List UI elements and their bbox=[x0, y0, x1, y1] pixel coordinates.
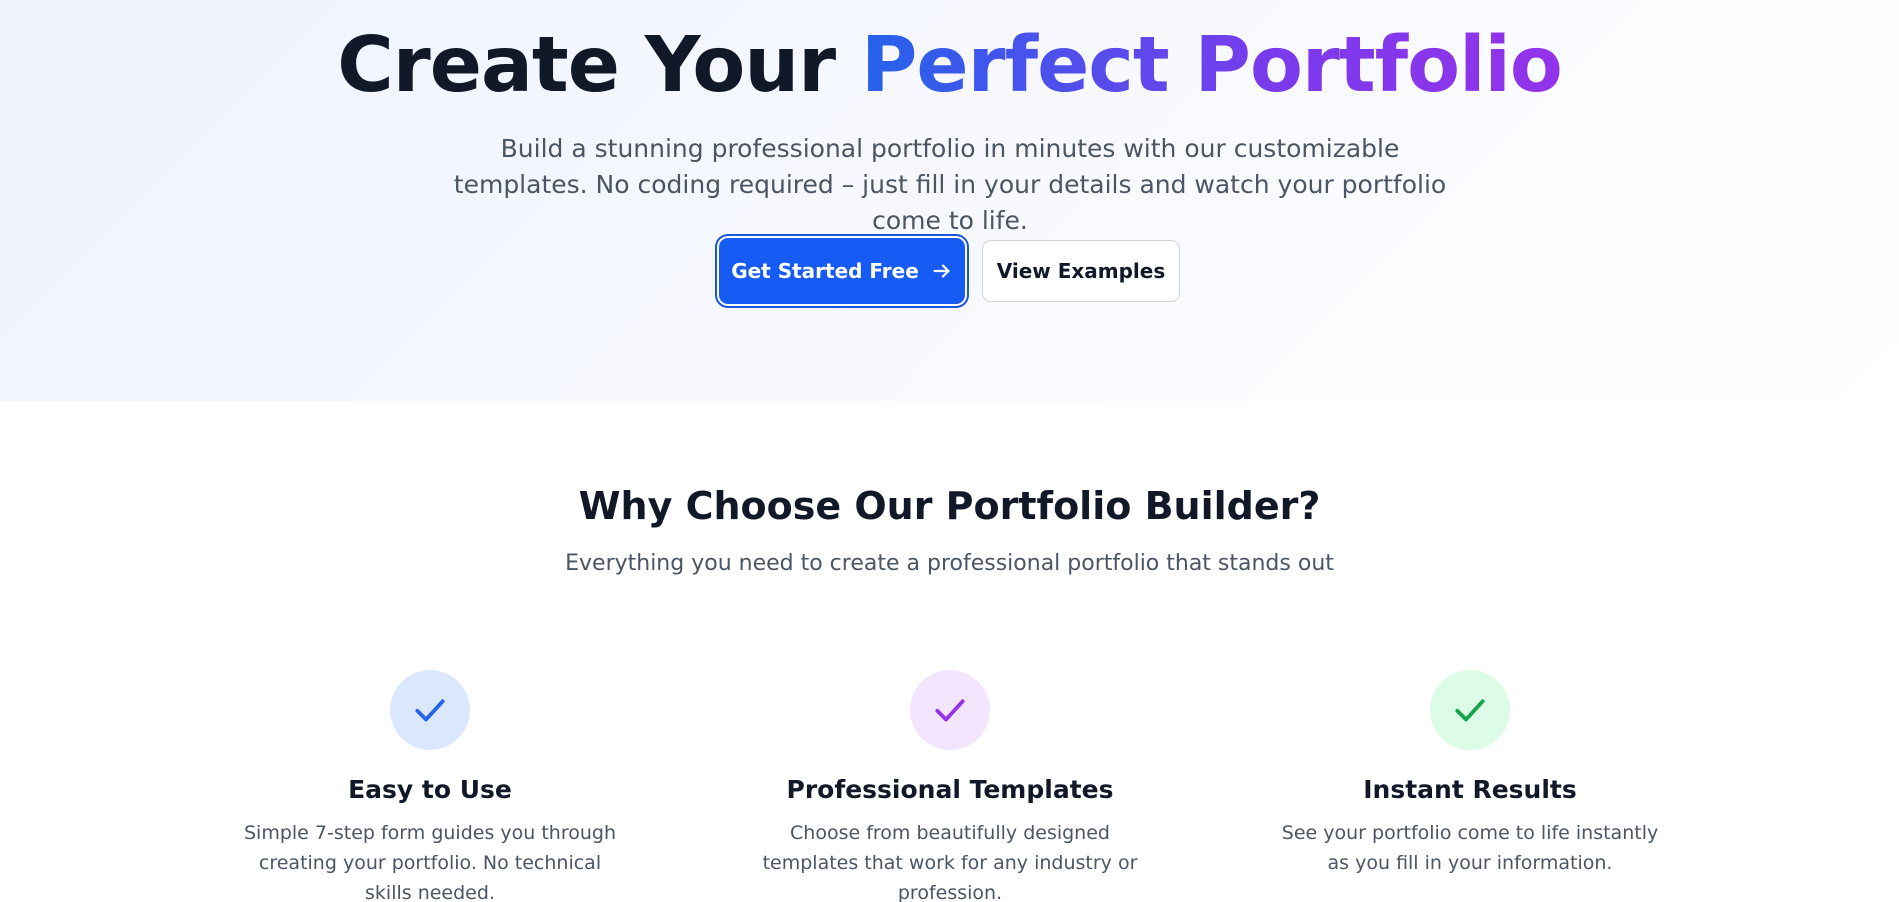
hero-section: Create Your Perfect Portfolio Build a st… bbox=[0, 0, 1899, 401]
hero-subtitle: Build a stunning professional portfolio … bbox=[453, 134, 1447, 235]
feature-title: Professional Templates bbox=[786, 775, 1114, 804]
hero-title-highlight: Perfect Portfolio bbox=[860, 21, 1563, 110]
feature-title: Instant Results bbox=[1363, 775, 1577, 804]
landing-page: Create Your Perfect Portfolio Build a st… bbox=[0, 0, 1899, 902]
feature-icon-wrapper bbox=[910, 670, 990, 750]
features-title: Why Choose Our Portfolio Builder? bbox=[578, 484, 1321, 528]
view-examples-button[interactable]: View Examples bbox=[982, 240, 1180, 302]
check-icon bbox=[935, 699, 965, 722]
feature-description: Choose from beautifully designed templat… bbox=[762, 822, 1138, 902]
feature-icon-wrapper bbox=[390, 670, 470, 750]
check-icon bbox=[1455, 699, 1485, 722]
get-started-button[interactable]: Get Started Free bbox=[719, 238, 965, 304]
feature-title: Easy to Use bbox=[348, 775, 512, 804]
check-icon bbox=[415, 699, 445, 722]
get-started-label: Get Started Free bbox=[731, 259, 919, 283]
feature-description: Simple 7-step form guides you through cr… bbox=[243, 822, 616, 902]
hero-title: Create Your Perfect Portfolio bbox=[0, 20, 1899, 112]
hero-title-plain: Create Your bbox=[337, 21, 861, 110]
feature-description: See your portfolio come to life instantl… bbox=[1281, 822, 1659, 874]
feature-card-professional-templates: Professional Templates Choose from beaut… bbox=[740, 670, 1160, 902]
arrow-right-icon bbox=[933, 264, 950, 278]
features-subtitle: Everything you need to create a professi… bbox=[565, 551, 1334, 576]
view-examples-label: View Examples bbox=[996, 259, 1166, 283]
feature-card-instant-results: Instant Results See your portfolio come … bbox=[1260, 670, 1680, 878]
feature-card-easy-to-use: Easy to Use Simple 7-step form guides yo… bbox=[220, 670, 640, 902]
feature-icon-wrapper bbox=[1430, 670, 1510, 750]
